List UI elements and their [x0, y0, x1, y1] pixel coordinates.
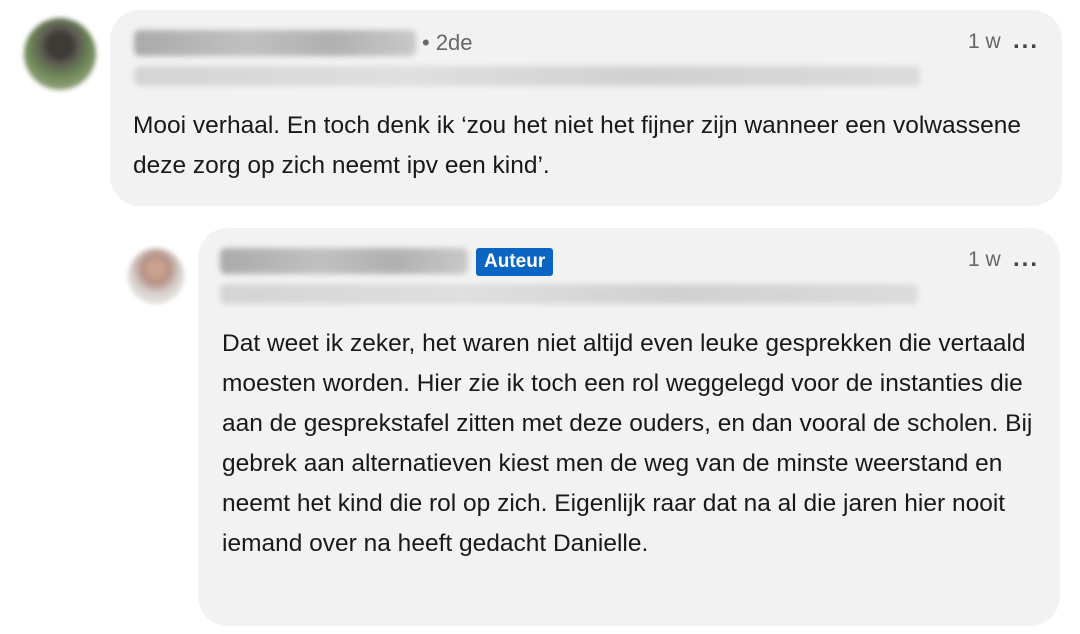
blurred-author-headline [134, 66, 920, 86]
comment-text: Mooi verhaal. En toch denk ik ‘zou het n… [133, 112, 1021, 179]
more-options-icon[interactable]: ... [1013, 27, 1039, 55]
comment-timestamp: 1 w [968, 248, 1001, 271]
comment-timestamp: 1 w [968, 30, 1001, 53]
connection-degree: • 2de [422, 30, 473, 55]
more-options-icon[interactable]: ... [1013, 245, 1039, 273]
blurred-author-headline [220, 284, 918, 304]
avatar[interactable] [128, 248, 184, 304]
author-badge: Auteur [476, 248, 554, 276]
comment-thread: • 2de 1 w ... Mooi verhaal. En toch denk… [0, 0, 1080, 634]
avatar[interactable] [24, 18, 96, 90]
blurred-author-name[interactable] [220, 248, 468, 274]
reply-text: Dat weet ik zeker, het waren niet altijd… [222, 330, 1033, 557]
blurred-author-name[interactable] [134, 30, 416, 56]
